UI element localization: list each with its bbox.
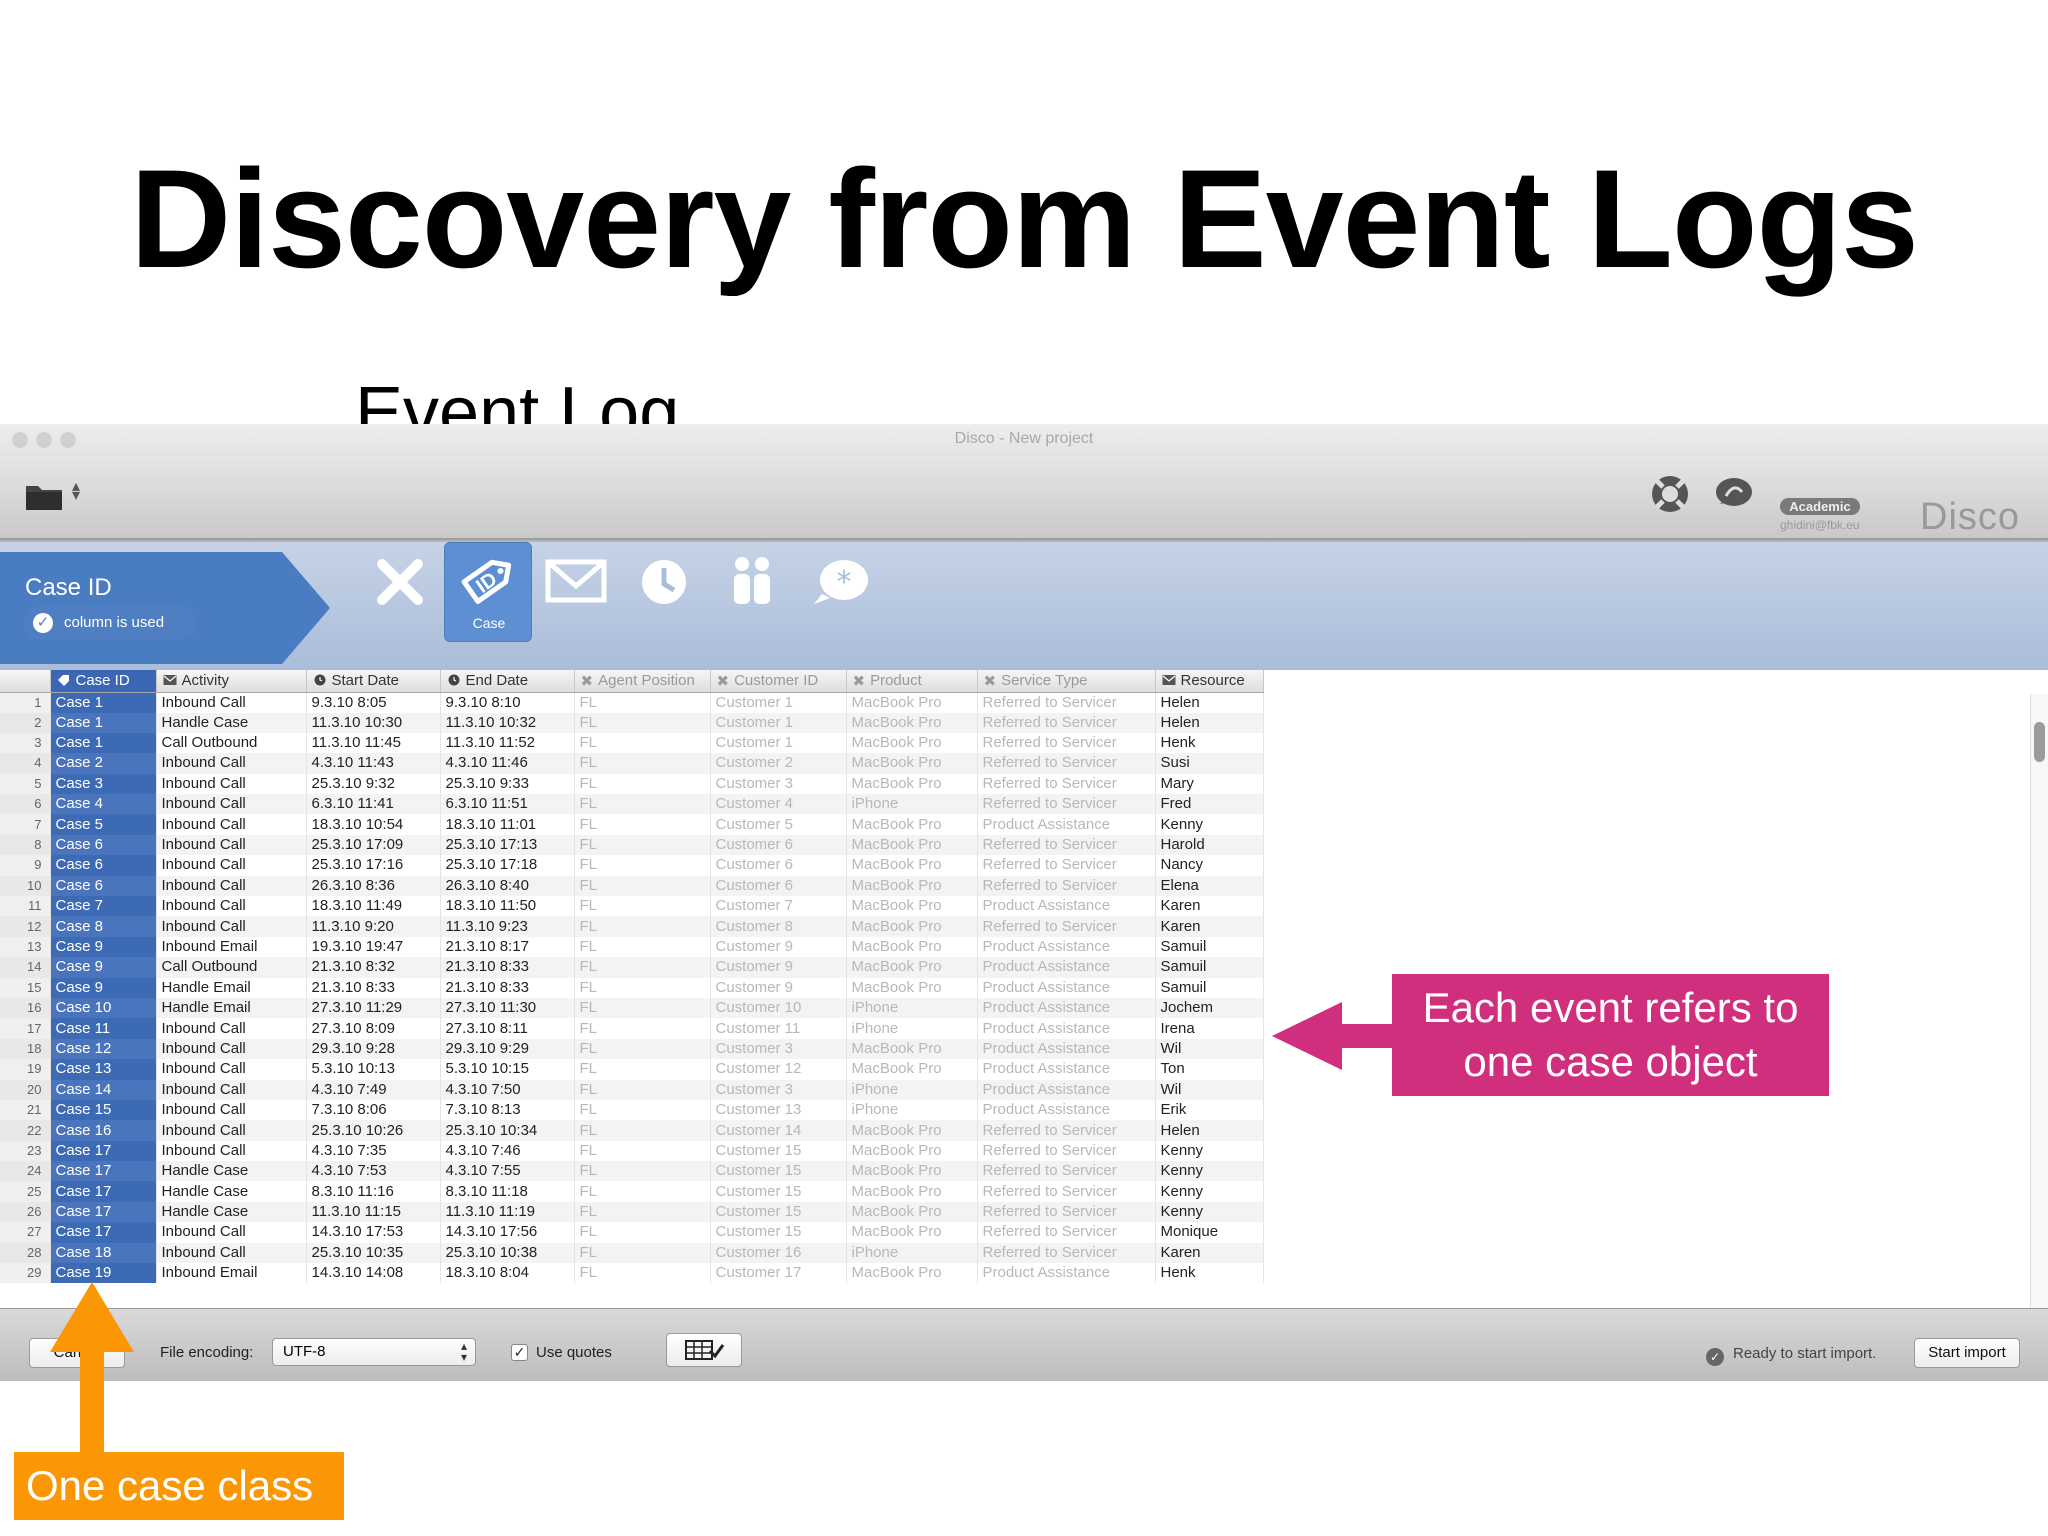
event-case-callout-line1: Each event refers to [1422, 984, 1799, 1031]
event-case-callout-line2: one case object [1463, 1038, 1758, 1085]
annotation-arrows [50, 1002, 1392, 1452]
slide: Discovery from Event Logs Event Log Disc… [0, 0, 2048, 1536]
case-class-callout: One case class [14, 1452, 344, 1520]
event-case-callout: Each event refers to one case object [1392, 974, 1829, 1096]
pink-left-arrow-icon [1272, 1002, 1392, 1070]
orange-up-arrow-icon [50, 1282, 134, 1452]
